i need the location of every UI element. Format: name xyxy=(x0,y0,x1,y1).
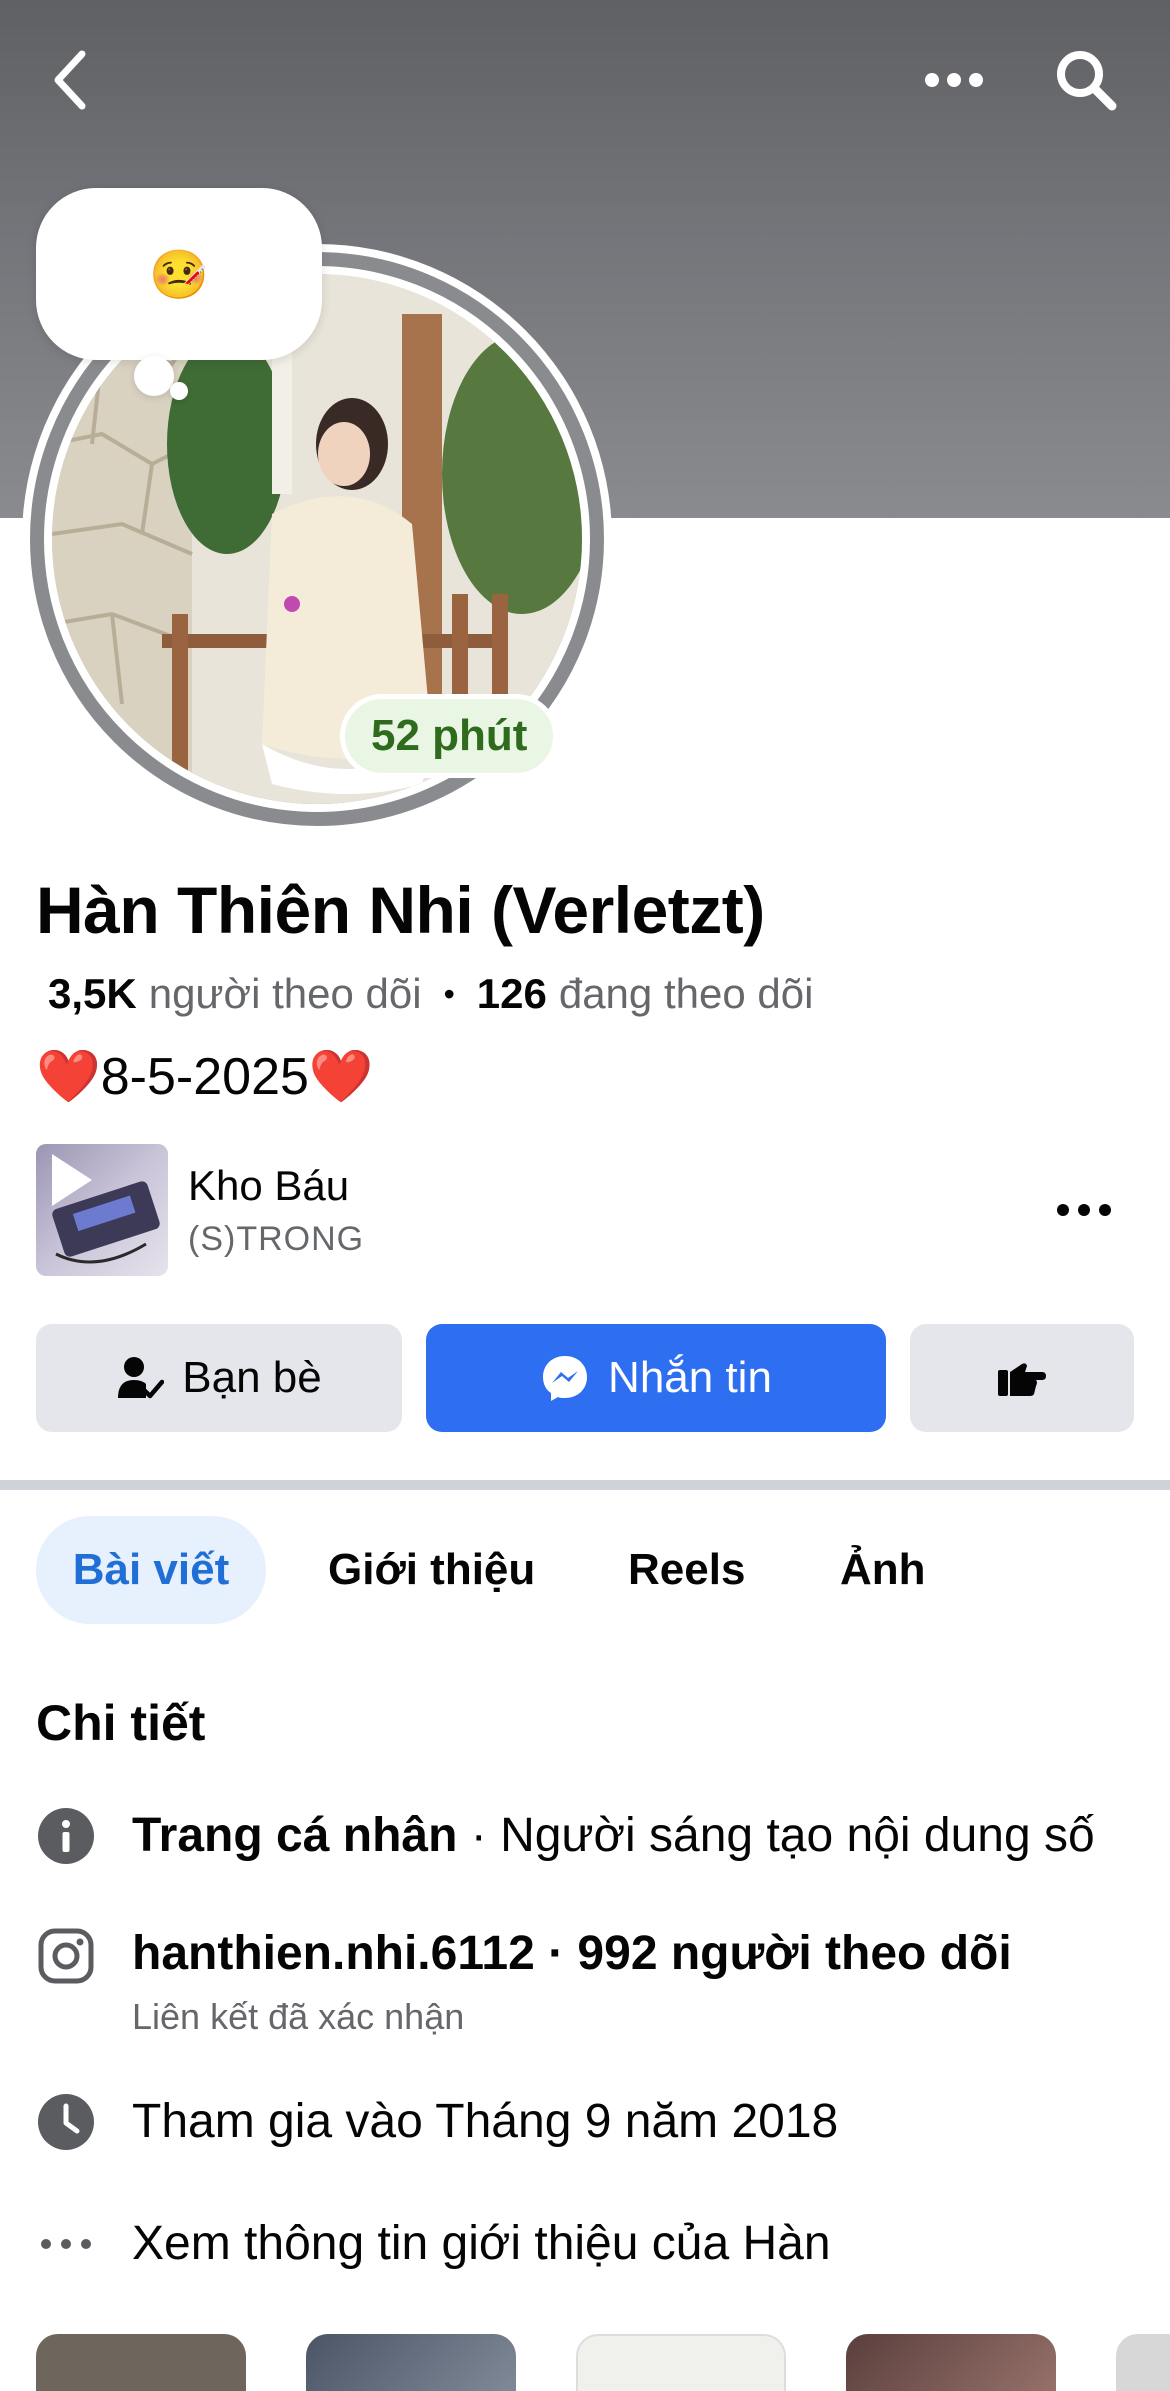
music-artist: (S)TRONG xyxy=(188,1220,365,1258)
friends-button[interactable]: Bạn bè xyxy=(36,1324,402,1432)
friend-check-icon xyxy=(116,1354,165,1402)
joined-text: Tham gia vào Tháng 9 năm 2018 xyxy=(132,2095,839,2148)
messenger-icon xyxy=(540,1353,590,1403)
play-icon xyxy=(52,1154,92,1206)
profile-name: Hàn Thiên Nhi (Verletzt) xyxy=(36,873,765,947)
ellipsis-icon xyxy=(925,73,983,87)
note-emoji: 🤒 xyxy=(149,248,209,302)
tab-about[interactable]: Giới thiệu xyxy=(328,1516,535,1624)
poke-button[interactable] xyxy=(910,1324,1134,1432)
featured-thumbnail[interactable] xyxy=(576,2334,786,2391)
tab-photos[interactable]: Ảnh xyxy=(840,1516,926,1624)
message-label: Nhắn tin xyxy=(608,1353,772,1402)
followers-count: 3,5K xyxy=(48,970,137,1017)
following-count: 126 xyxy=(476,970,547,1017)
separator-dot: • xyxy=(443,975,455,1012)
instagram-icon xyxy=(36,1926,96,1986)
search-icon xyxy=(1057,51,1117,111)
featured-thumbnail[interactable] xyxy=(306,2334,516,2391)
followers-label: người theo dõi xyxy=(148,970,422,1017)
page-type-value: · Người sáng tạo nội dung số xyxy=(457,1809,1095,1862)
message-button[interactable]: Nhắn tin xyxy=(426,1324,886,1432)
note-bubble[interactable]: 🤒 xyxy=(36,188,322,360)
active-status-badge: 52 phút xyxy=(340,694,559,778)
following-label: đang theo dõi xyxy=(558,970,814,1017)
info-icon xyxy=(36,1806,96,1866)
friends-label: Bạn bè xyxy=(182,1353,322,1402)
poke-hand-icon xyxy=(998,1363,1046,1396)
featured-thumbnails xyxy=(36,2334,1170,2391)
heart-emoji-left: ❤️ xyxy=(36,1048,101,1106)
music-album-art[interactable] xyxy=(36,1144,168,1276)
profile-music[interactable]: Kho Báu (S)TRONG xyxy=(36,1144,1136,1276)
note-bubble-tail-small xyxy=(170,382,188,400)
instagram-verified-note: Liên kết đã xác nhận xyxy=(132,1996,465,2037)
bio-text: 8-5-2025 xyxy=(100,1048,309,1106)
music-more-button[interactable] xyxy=(1044,1170,1124,1250)
chevron-left-icon xyxy=(54,50,86,110)
featured-thumbnail[interactable] xyxy=(36,2334,246,2391)
ellipsis-icon xyxy=(1057,1204,1111,1216)
heart-emoji-right: ❤️ xyxy=(308,1048,374,1106)
back-button[interactable] xyxy=(30,40,110,120)
music-title: Kho Báu xyxy=(188,1162,350,1209)
details-title: Chi tiết xyxy=(36,1695,206,1751)
featured-thumbnail[interactable] xyxy=(846,2334,1056,2391)
featured-thumbnail[interactable] xyxy=(1116,2334,1170,2391)
bio: ❤️8-5-2025❤️ xyxy=(36,1046,374,1107)
more-options-button[interactable] xyxy=(914,40,994,120)
see-about-text[interactable]: Xem thông tin giới thiệu của Hàn xyxy=(132,2216,831,2271)
ellipsis-icon xyxy=(36,2214,96,2274)
tab-posts[interactable]: Bài viết xyxy=(36,1516,266,1624)
note-bubble-tail xyxy=(134,356,174,396)
clock-icon xyxy=(36,2092,96,2152)
section-divider xyxy=(0,1480,1170,1490)
page-type-label: Trang cá nhân xyxy=(132,1809,458,1862)
follow-stats[interactable]: 3,5K người theo dõi • 126 đang theo dõi xyxy=(48,970,813,1018)
tab-reels[interactable]: Reels xyxy=(628,1516,745,1624)
instagram-handle[interactable]: hanthien.nhi.6112 · 992 người theo dõi xyxy=(132,1926,1012,1981)
search-button[interactable] xyxy=(1046,40,1126,120)
